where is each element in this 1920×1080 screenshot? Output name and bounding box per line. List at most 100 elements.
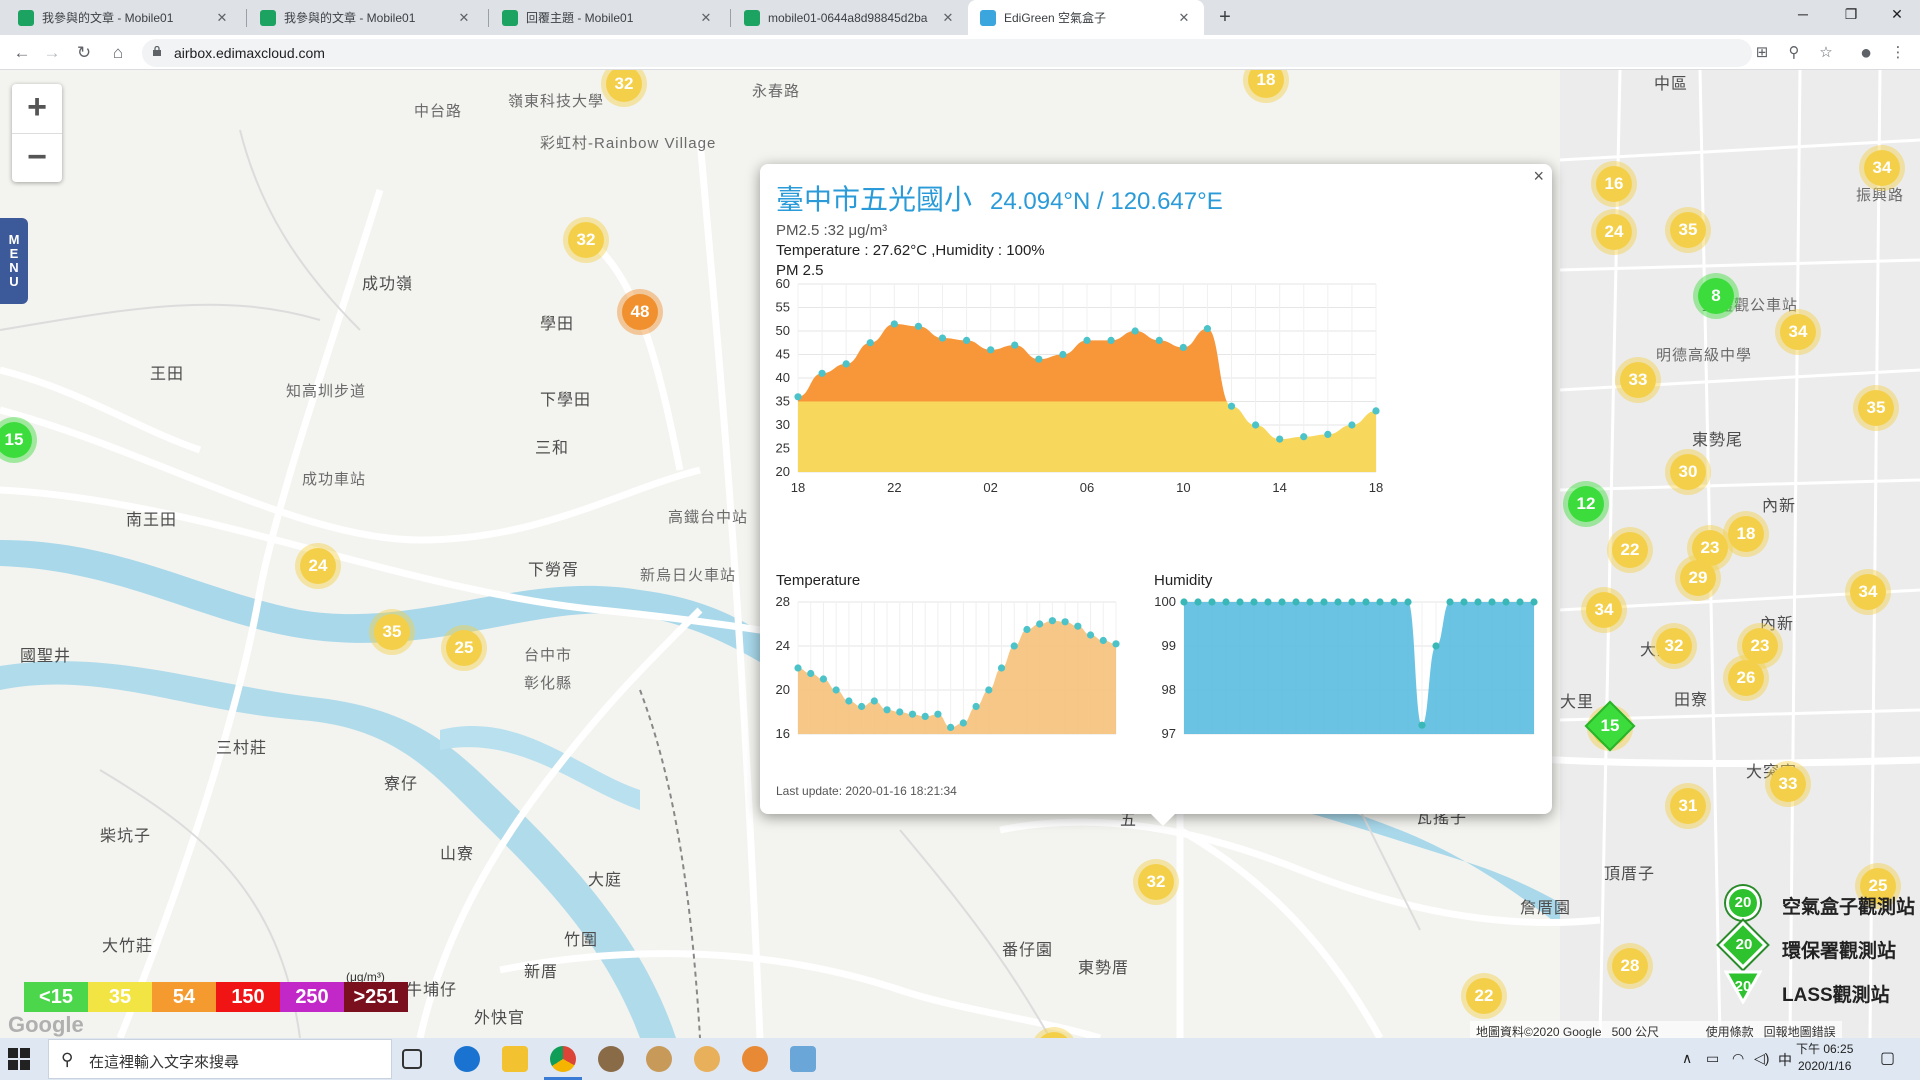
airbox-cluster-marker[interactable]: 34 bbox=[1780, 314, 1816, 350]
zoom-icon[interactable]: ⚲ bbox=[1780, 39, 1808, 67]
airbox-cluster-marker[interactable]: 22 bbox=[1612, 532, 1648, 568]
data-point[interactable] bbox=[1502, 598, 1510, 606]
data-point[interactable] bbox=[1099, 636, 1107, 645]
data-point[interactable] bbox=[1180, 598, 1188, 606]
data-point[interactable] bbox=[883, 706, 891, 714]
airbox-cluster-marker[interactable]: 35 bbox=[374, 614, 410, 650]
data-point[interactable] bbox=[1264, 598, 1272, 606]
data-point[interactable] bbox=[818, 369, 826, 377]
zoom-out-button[interactable]: − bbox=[12, 133, 62, 182]
data-point[interactable] bbox=[1227, 402, 1236, 410]
data-point[interactable] bbox=[1236, 598, 1244, 606]
data-point[interactable] bbox=[1208, 598, 1216, 606]
airbox-cluster-marker[interactable]: 24 bbox=[300, 548, 336, 584]
airbox-cluster-marker[interactable]: 32 bbox=[1138, 864, 1174, 900]
airbox-cluster-marker[interactable]: 25 bbox=[446, 630, 482, 666]
airbox-cluster-marker[interactable]: 16 bbox=[1596, 166, 1632, 202]
app-icon[interactable] bbox=[790, 1046, 816, 1072]
airbox-cluster-marker[interactable]: 33 bbox=[1770, 766, 1806, 802]
data-point[interactable] bbox=[1222, 598, 1230, 606]
home-icon[interactable]: ⌂ bbox=[104, 39, 132, 67]
data-point[interactable] bbox=[1334, 598, 1342, 606]
airbox-cluster-marker[interactable]: 12 bbox=[1568, 486, 1604, 522]
airbox-cluster-marker[interactable]: 30 bbox=[1670, 454, 1706, 490]
data-point[interactable] bbox=[947, 723, 955, 731]
data-point[interactable] bbox=[1300, 433, 1308, 441]
data-point[interactable] bbox=[1390, 598, 1398, 606]
window-close-button[interactable]: ✕ bbox=[1874, 0, 1920, 30]
data-point[interactable] bbox=[1035, 355, 1043, 363]
data-point[interactable] bbox=[1036, 620, 1044, 628]
wifi-icon[interactable]: ◠ bbox=[1732, 1050, 1744, 1067]
app-icon[interactable] bbox=[598, 1046, 624, 1072]
data-point[interactable] bbox=[1372, 407, 1380, 415]
forward-arrow-icon[interactable]: → bbox=[38, 39, 66, 67]
ime-indicator[interactable]: 中 bbox=[1778, 1050, 1792, 1070]
close-icon[interactable]: ✕ bbox=[698, 10, 714, 26]
data-point[interactable] bbox=[1010, 642, 1018, 650]
new-tab-button[interactable]: + bbox=[1212, 5, 1238, 31]
menu-tab[interactable]: M E N U bbox=[0, 218, 28, 304]
data-point[interactable] bbox=[1292, 598, 1300, 606]
data-point[interactable] bbox=[896, 708, 904, 716]
airbox-cluster-marker[interactable]: 26 bbox=[1728, 660, 1764, 696]
tab-2[interactable]: 我參與的文章 - Mobile01 ✕ bbox=[248, 0, 484, 35]
data-point[interactable] bbox=[1023, 625, 1031, 634]
data-point[interactable] bbox=[1251, 421, 1260, 429]
data-point[interactable] bbox=[1250, 598, 1258, 606]
data-point[interactable] bbox=[908, 710, 917, 718]
data-point[interactable] bbox=[1131, 327, 1139, 335]
airbox-cluster-marker[interactable]: 23 bbox=[1742, 628, 1778, 664]
data-point[interactable] bbox=[1362, 598, 1370, 606]
taskbar-search[interactable]: ⚲ 在這裡輸入文字來搜尋 bbox=[48, 1039, 392, 1079]
airbox-cluster-marker[interactable]: 28 bbox=[1612, 948, 1648, 984]
data-point[interactable] bbox=[890, 320, 898, 328]
airbox-cluster-marker[interactable]: 34 bbox=[1850, 574, 1886, 610]
airbox-cluster-marker[interactable]: 32 bbox=[568, 222, 604, 258]
data-point[interactable] bbox=[1324, 430, 1332, 438]
data-point[interactable] bbox=[866, 339, 874, 347]
data-point[interactable] bbox=[1474, 598, 1482, 606]
data-point[interactable] bbox=[987, 346, 995, 354]
data-point[interactable] bbox=[807, 669, 815, 678]
close-icon[interactable]: ✕ bbox=[214, 10, 230, 26]
data-point[interactable] bbox=[934, 710, 942, 718]
data-point[interactable] bbox=[794, 393, 802, 401]
data-point[interactable] bbox=[938, 334, 947, 342]
data-point[interactable] bbox=[870, 697, 878, 705]
airbox-cluster-marker[interactable]: 31 bbox=[1670, 788, 1706, 824]
data-point[interactable] bbox=[1083, 336, 1091, 344]
data-point[interactable] bbox=[914, 322, 923, 330]
data-point[interactable] bbox=[1446, 598, 1454, 606]
airbox-cluster-marker[interactable]: 18 bbox=[1728, 516, 1764, 552]
data-point[interactable] bbox=[1074, 622, 1082, 630]
data-point[interactable] bbox=[1348, 421, 1356, 429]
data-point[interactable] bbox=[842, 360, 850, 368]
airbox-cluster-marker[interactable]: 22 bbox=[1466, 978, 1502, 1014]
file-explorer-icon[interactable] bbox=[502, 1046, 528, 1072]
data-point[interactable] bbox=[1086, 631, 1095, 639]
data-point[interactable] bbox=[985, 686, 993, 694]
data-point[interactable] bbox=[1306, 598, 1314, 606]
edge-icon[interactable] bbox=[454, 1046, 480, 1072]
data-point[interactable] bbox=[1348, 598, 1356, 606]
airbox-cluster-marker[interactable]: 32 bbox=[1656, 628, 1692, 664]
notification-icon[interactable]: ▢ bbox=[1880, 1048, 1895, 1068]
terms-link[interactable]: 使用條款 bbox=[1706, 1025, 1754, 1038]
data-point[interactable] bbox=[1276, 435, 1284, 443]
data-point[interactable] bbox=[1404, 598, 1412, 606]
data-point[interactable] bbox=[921, 712, 929, 720]
tray-chevron-icon[interactable]: ∧ bbox=[1682, 1050, 1692, 1067]
data-point[interactable] bbox=[972, 702, 980, 711]
data-point[interactable] bbox=[858, 702, 866, 711]
tab-5-active[interactable]: EdiGreen 空氣盒子 ✕ bbox=[968, 0, 1204, 35]
bookmark-star-icon[interactable]: ☆ bbox=[1812, 39, 1840, 67]
data-point[interactable] bbox=[1048, 617, 1056, 625]
tab-3[interactable]: 回覆主題 - Mobile01 ✕ bbox=[490, 0, 726, 35]
airbox-cluster-marker[interactable]: 34 bbox=[1864, 150, 1900, 186]
close-icon[interactable]: ✕ bbox=[1176, 10, 1192, 26]
airbox-cluster-marker[interactable]: 35 bbox=[1858, 390, 1894, 426]
taskbar-clock[interactable]: 下午 06:25 2020/1/16 bbox=[1796, 1041, 1853, 1075]
zoom-in-button[interactable]: + bbox=[12, 84, 62, 133]
data-point[interactable] bbox=[819, 675, 828, 683]
